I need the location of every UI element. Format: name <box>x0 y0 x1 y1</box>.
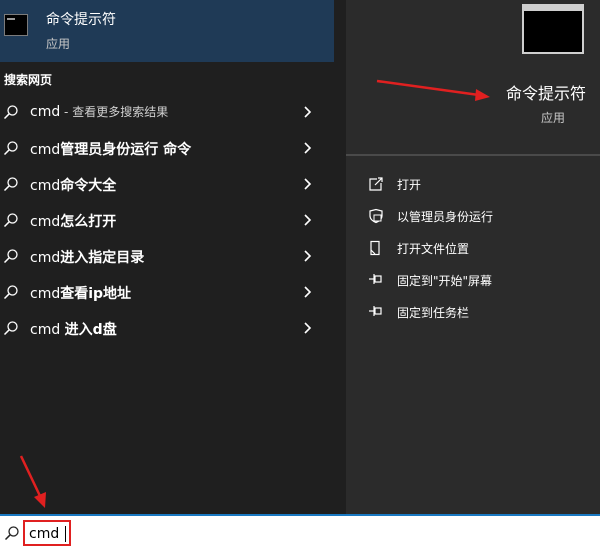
file-location-icon <box>370 240 380 256</box>
suggestion-text: cmd进入指定目录 <box>30 250 145 266</box>
action-label: 打开 <box>397 178 422 192</box>
web-suggestion-item[interactable]: cmd进入指定目录 <box>0 238 334 274</box>
best-match-subtitle: 应用 <box>46 37 71 51</box>
shield-icon <box>369 208 383 224</box>
action-label: 固定到任务栏 <box>397 306 470 320</box>
web-suggestion-item[interactable]: cmd查看ip地址 <box>0 274 334 310</box>
pin-icon <box>369 274 382 284</box>
search-icon <box>3 105 18 120</box>
search-highlight-box <box>23 520 71 546</box>
action-pin-to-taskbar[interactable]: 固定到任务栏 <box>346 296 600 328</box>
search-icon <box>3 285 18 300</box>
search-icon <box>3 141 18 156</box>
chevron-right-icon <box>304 214 312 226</box>
action-label: 打开文件位置 <box>397 242 470 256</box>
search-input[interactable] <box>29 525 63 543</box>
web-suggestion-item[interactable]: cmd管理员身份运行 命令 <box>0 130 334 166</box>
details-pane: 命令提示符 应用 打开 以管理员身份运行 打开文件位置 固定到"开始"屏幕 固定… <box>346 0 600 514</box>
action-pin-to-start[interactable]: 固定到"开始"屏幕 <box>346 264 600 296</box>
action-open-file-location[interactable]: 打开文件位置 <box>346 232 600 264</box>
search-icon <box>3 249 18 264</box>
suggestion-text: cmd查看ip地址 <box>30 286 132 302</box>
suggestion-text: cmd命令大全 <box>30 178 117 194</box>
chevron-right-icon <box>304 142 312 154</box>
action-label: 以管理员身份运行 <box>397 210 494 224</box>
suggestion-text: cmd - 查看更多搜索结果 <box>30 104 169 120</box>
pin-icon <box>369 306 382 316</box>
cmd-app-icon <box>522 4 584 54</box>
search-icon <box>3 321 18 336</box>
action-label: 固定到"开始"屏幕 <box>397 274 493 288</box>
detail-app-subtitle: 应用 <box>541 111 566 125</box>
text-caret <box>65 526 66 542</box>
suggestion-text: cmd怎么打开 <box>30 214 117 230</box>
web-suggestion-item[interactable]: cmd命令大全 <box>0 166 334 202</box>
best-match-title: 命令提示符 <box>46 12 116 28</box>
action-open[interactable]: 打开 <box>346 168 600 200</box>
chevron-right-icon <box>304 106 312 118</box>
chevron-right-icon <box>304 286 312 298</box>
divider <box>346 154 600 156</box>
chevron-right-icon <box>304 322 312 334</box>
open-icon <box>369 177 383 191</box>
chevron-right-icon <box>304 250 312 262</box>
results-pane: 命令提示符 应用 搜索网页 cmd - 查看更多搜索结果 cmd管理员身份运行 … <box>0 0 334 514</box>
chevron-right-icon <box>304 178 312 190</box>
web-suggestion-item[interactable]: cmd怎么打开 <box>0 202 334 238</box>
web-section-label: 搜索网页 <box>4 73 53 87</box>
web-suggestion-item[interactable]: cmd 进入d盘 <box>0 310 334 346</box>
suggestion-text: cmd管理员身份运行 命令 <box>30 142 192 158</box>
detail-app-title: 命令提示符 <box>506 84 587 103</box>
suggestion-text: cmd 进入d盘 <box>30 322 117 338</box>
best-match-item[interactable]: 命令提示符 应用 <box>0 0 334 62</box>
action-list: 打开 以管理员身份运行 打开文件位置 固定到"开始"屏幕 固定到任务栏 <box>346 168 600 328</box>
search-bar <box>0 514 600 550</box>
action-run-as-admin[interactable]: 以管理员身份运行 <box>346 200 600 232</box>
search-icon <box>3 213 18 228</box>
web-suggestion-list: cmd - 查看更多搜索结果 cmd管理员身份运行 命令 cmd命令大全 cmd… <box>0 94 334 346</box>
search-icon <box>3 177 18 192</box>
cmd-app-icon <box>4 14 28 36</box>
search-icon <box>4 526 19 541</box>
web-suggestion-item[interactable]: cmd - 查看更多搜索结果 <box>0 94 334 130</box>
